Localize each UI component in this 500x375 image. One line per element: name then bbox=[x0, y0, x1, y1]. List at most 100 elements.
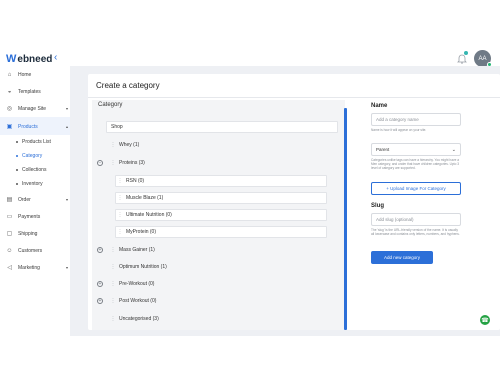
bullet-icon bbox=[16, 155, 18, 157]
drag-handle-icon[interactable]: ⋮ bbox=[116, 195, 124, 201]
bullet-icon bbox=[16, 169, 18, 171]
cart-icon: ▤ bbox=[6, 197, 13, 203]
sidebar-item-products[interactable]: ▣ Products ▴ bbox=[6, 123, 68, 131]
category-name-input[interactable]: Add a category name bbox=[371, 113, 461, 126]
tree-node-label: Optimum Nutrition (1) bbox=[119, 264, 167, 270]
sidebar-sub-products-list[interactable]: Products List bbox=[16, 139, 51, 145]
bell-icon[interactable] bbox=[456, 51, 468, 64]
caret-down-icon: ▾ bbox=[65, 106, 68, 111]
sidebar-item-label: Payments bbox=[18, 213, 41, 220]
tree-node-shop[interactable]: Shop bbox=[106, 121, 338, 133]
expand-toggle-icon[interactable]: + bbox=[97, 281, 103, 287]
tree-node-label: RSN (0) bbox=[126, 178, 145, 184]
brand-logo[interactable]: Webneed bbox=[6, 53, 52, 65]
sidebar-sub-inventory[interactable]: Inventory bbox=[16, 181, 43, 187]
tree-node-mass-gainer[interactable]: ⋮ Mass Gainer (1) bbox=[108, 244, 328, 256]
tree-node-optimum-nutrition[interactable]: ⋮ Optimum Nutrition (1) bbox=[108, 261, 328, 273]
palette-icon: ◒ bbox=[7, 88, 12, 95]
drag-handle-icon[interactable]: ⋮ bbox=[109, 316, 117, 322]
sidebar-item-label: Manage Site bbox=[18, 105, 47, 112]
tree-node-post-workout[interactable]: ⋮ Post Workout (0) bbox=[108, 295, 328, 307]
parent-hint: Categories unlike tags can have a hierar… bbox=[371, 158, 460, 170]
tree-node-rsn[interactable]: ⋮ RSN (0) bbox=[115, 175, 327, 187]
drag-handle-icon[interactable]: ⋮ bbox=[109, 298, 117, 304]
scrollbar[interactable] bbox=[344, 108, 347, 330]
tree-node-proteins[interactable]: ⋮ Proteins (3) bbox=[108, 157, 328, 169]
tree-node-label: Proteins (3) bbox=[119, 160, 145, 166]
bag-icon: ▣ bbox=[6, 124, 13, 130]
tree-node-label: Pre-Workout (0) bbox=[119, 281, 155, 287]
bullet-icon bbox=[16, 183, 18, 185]
collapse-toggle-icon[interactable]: − bbox=[97, 160, 103, 166]
bullet-icon bbox=[16, 141, 18, 143]
tree-node-whey[interactable]: ⋮ Whey (1) bbox=[108, 139, 328, 151]
tree-node-label: Shop bbox=[111, 124, 123, 130]
name-label: Name bbox=[371, 103, 388, 109]
sidebar-sub-category[interactable]: Category bbox=[16, 153, 42, 159]
tree-node-pre-workout[interactable]: ⋮ Pre-Workout (0) bbox=[108, 278, 328, 290]
drag-handle-icon[interactable]: ⋮ bbox=[116, 178, 124, 184]
expand-toggle-icon[interactable]: + bbox=[97, 247, 103, 253]
drag-handle-icon[interactable]: ⋮ bbox=[109, 281, 117, 287]
chevron-left-icon[interactable]: ‹ bbox=[54, 52, 57, 63]
parent-select-value: Parent bbox=[376, 147, 390, 152]
drag-handle-icon[interactable]: ⋮ bbox=[109, 160, 117, 166]
tree-node-label: Mass Gainer (1) bbox=[119, 247, 155, 253]
slug-input[interactable]: Add slug (optional) bbox=[371, 213, 461, 226]
avatar-initials: AA bbox=[478, 55, 487, 62]
sidebar-item-label: Marketing bbox=[18, 264, 40, 271]
home-icon: ⌂ bbox=[7, 71, 12, 78]
sidebar-item-label: Order bbox=[18, 196, 31, 203]
sidebar-sub-collections[interactable]: Collections bbox=[16, 167, 46, 173]
divider bbox=[88, 97, 500, 98]
sidebar-item-customers[interactable]: ☺ Customers bbox=[6, 247, 68, 254]
sidebar-item-label: Home bbox=[18, 71, 32, 78]
add-new-category-button[interactable]: Add new category bbox=[371, 251, 433, 264]
chevron-down-icon: ⌄ bbox=[451, 146, 456, 153]
slug-label: Slug bbox=[371, 203, 384, 209]
sidebar-item-marketing[interactable]: ◁ Marketing ▾ bbox=[6, 264, 68, 272]
tree-node-label: Post Workout (0) bbox=[119, 298, 157, 304]
whatsapp-chat-icon[interactable]: ☎ bbox=[480, 315, 490, 325]
sidebar-item-templates[interactable]: ◒ Templates bbox=[6, 88, 68, 95]
avatar[interactable]: AA bbox=[474, 50, 492, 67]
name-hint: Name is how it will appear on your site. bbox=[371, 128, 427, 132]
caret-down-icon: ▾ bbox=[65, 197, 68, 202]
drag-handle-icon[interactable]: ⋮ bbox=[109, 142, 117, 148]
sidebar-sub-label: Category bbox=[22, 153, 43, 159]
sidebar-item-manage-site[interactable]: ◎ Manage Site ▾ bbox=[6, 105, 68, 113]
sidebar-sub-label: Collections bbox=[22, 167, 47, 173]
expand-toggle-icon[interactable]: + bbox=[97, 298, 103, 304]
app-root: Webneed ‹ AA ⌂ Home ◒ Templates ◎ Manage… bbox=[0, 0, 500, 375]
notification-dot bbox=[464, 51, 468, 55]
sidebar-item-home[interactable]: ⌂ Home bbox=[6, 71, 68, 78]
page-title: Create a category bbox=[96, 81, 160, 90]
tree-node-ultimate-nutrition[interactable]: ⋮ Ultimate Nutrition (0) bbox=[115, 209, 327, 221]
tree-node-myprotein[interactable]: ⋮ MyProtein (0) bbox=[115, 226, 327, 238]
tree-node-uncategorised[interactable]: ⋮ Uncategorised (3) bbox=[108, 313, 328, 325]
tree-node-muscle-blaze[interactable]: ⋮ Muscle Blaze (1) bbox=[115, 192, 327, 204]
drag-handle-icon[interactable]: ⋮ bbox=[116, 229, 124, 235]
tree-node-label: MyProtein (0) bbox=[126, 229, 157, 235]
drag-handle-icon[interactable]: ⋮ bbox=[109, 247, 117, 253]
sidebar-item-label: Products bbox=[18, 123, 38, 130]
sidebar-item-shipping[interactable]: ▢ Shipping bbox=[6, 230, 68, 238]
tree-node-label: Ultimate Nutrition (0) bbox=[126, 212, 172, 218]
sidebar-item-payments[interactable]: ▭ Payments bbox=[6, 213, 68, 221]
sidebar-item-order[interactable]: ▤ Order ▾ bbox=[6, 196, 68, 204]
drag-handle-icon[interactable]: ⋮ bbox=[116, 212, 124, 218]
upload-image-button[interactable]: + Upload Image For Category bbox=[371, 182, 461, 195]
category-tree-label: Category bbox=[98, 102, 123, 108]
drag-handle-icon[interactable]: ⋮ bbox=[109, 264, 117, 270]
tree-node-label: Muscle Blaze (1) bbox=[126, 195, 164, 201]
globe-icon: ◎ bbox=[6, 106, 13, 112]
sidebar-sub-label: Products List bbox=[22, 139, 51, 145]
sidebar-item-label: Shipping bbox=[18, 230, 38, 237]
caret-up-icon: ▴ bbox=[65, 124, 68, 129]
parent-select[interactable]: Parent ⌄ bbox=[371, 143, 461, 156]
truck-icon: ▢ bbox=[6, 231, 13, 237]
caret-down-icon: ▾ bbox=[65, 265, 68, 270]
sidebar-item-label: Customers bbox=[18, 247, 43, 254]
megaphone-icon: ◁ bbox=[7, 265, 12, 271]
logo-mark: W bbox=[6, 53, 17, 65]
